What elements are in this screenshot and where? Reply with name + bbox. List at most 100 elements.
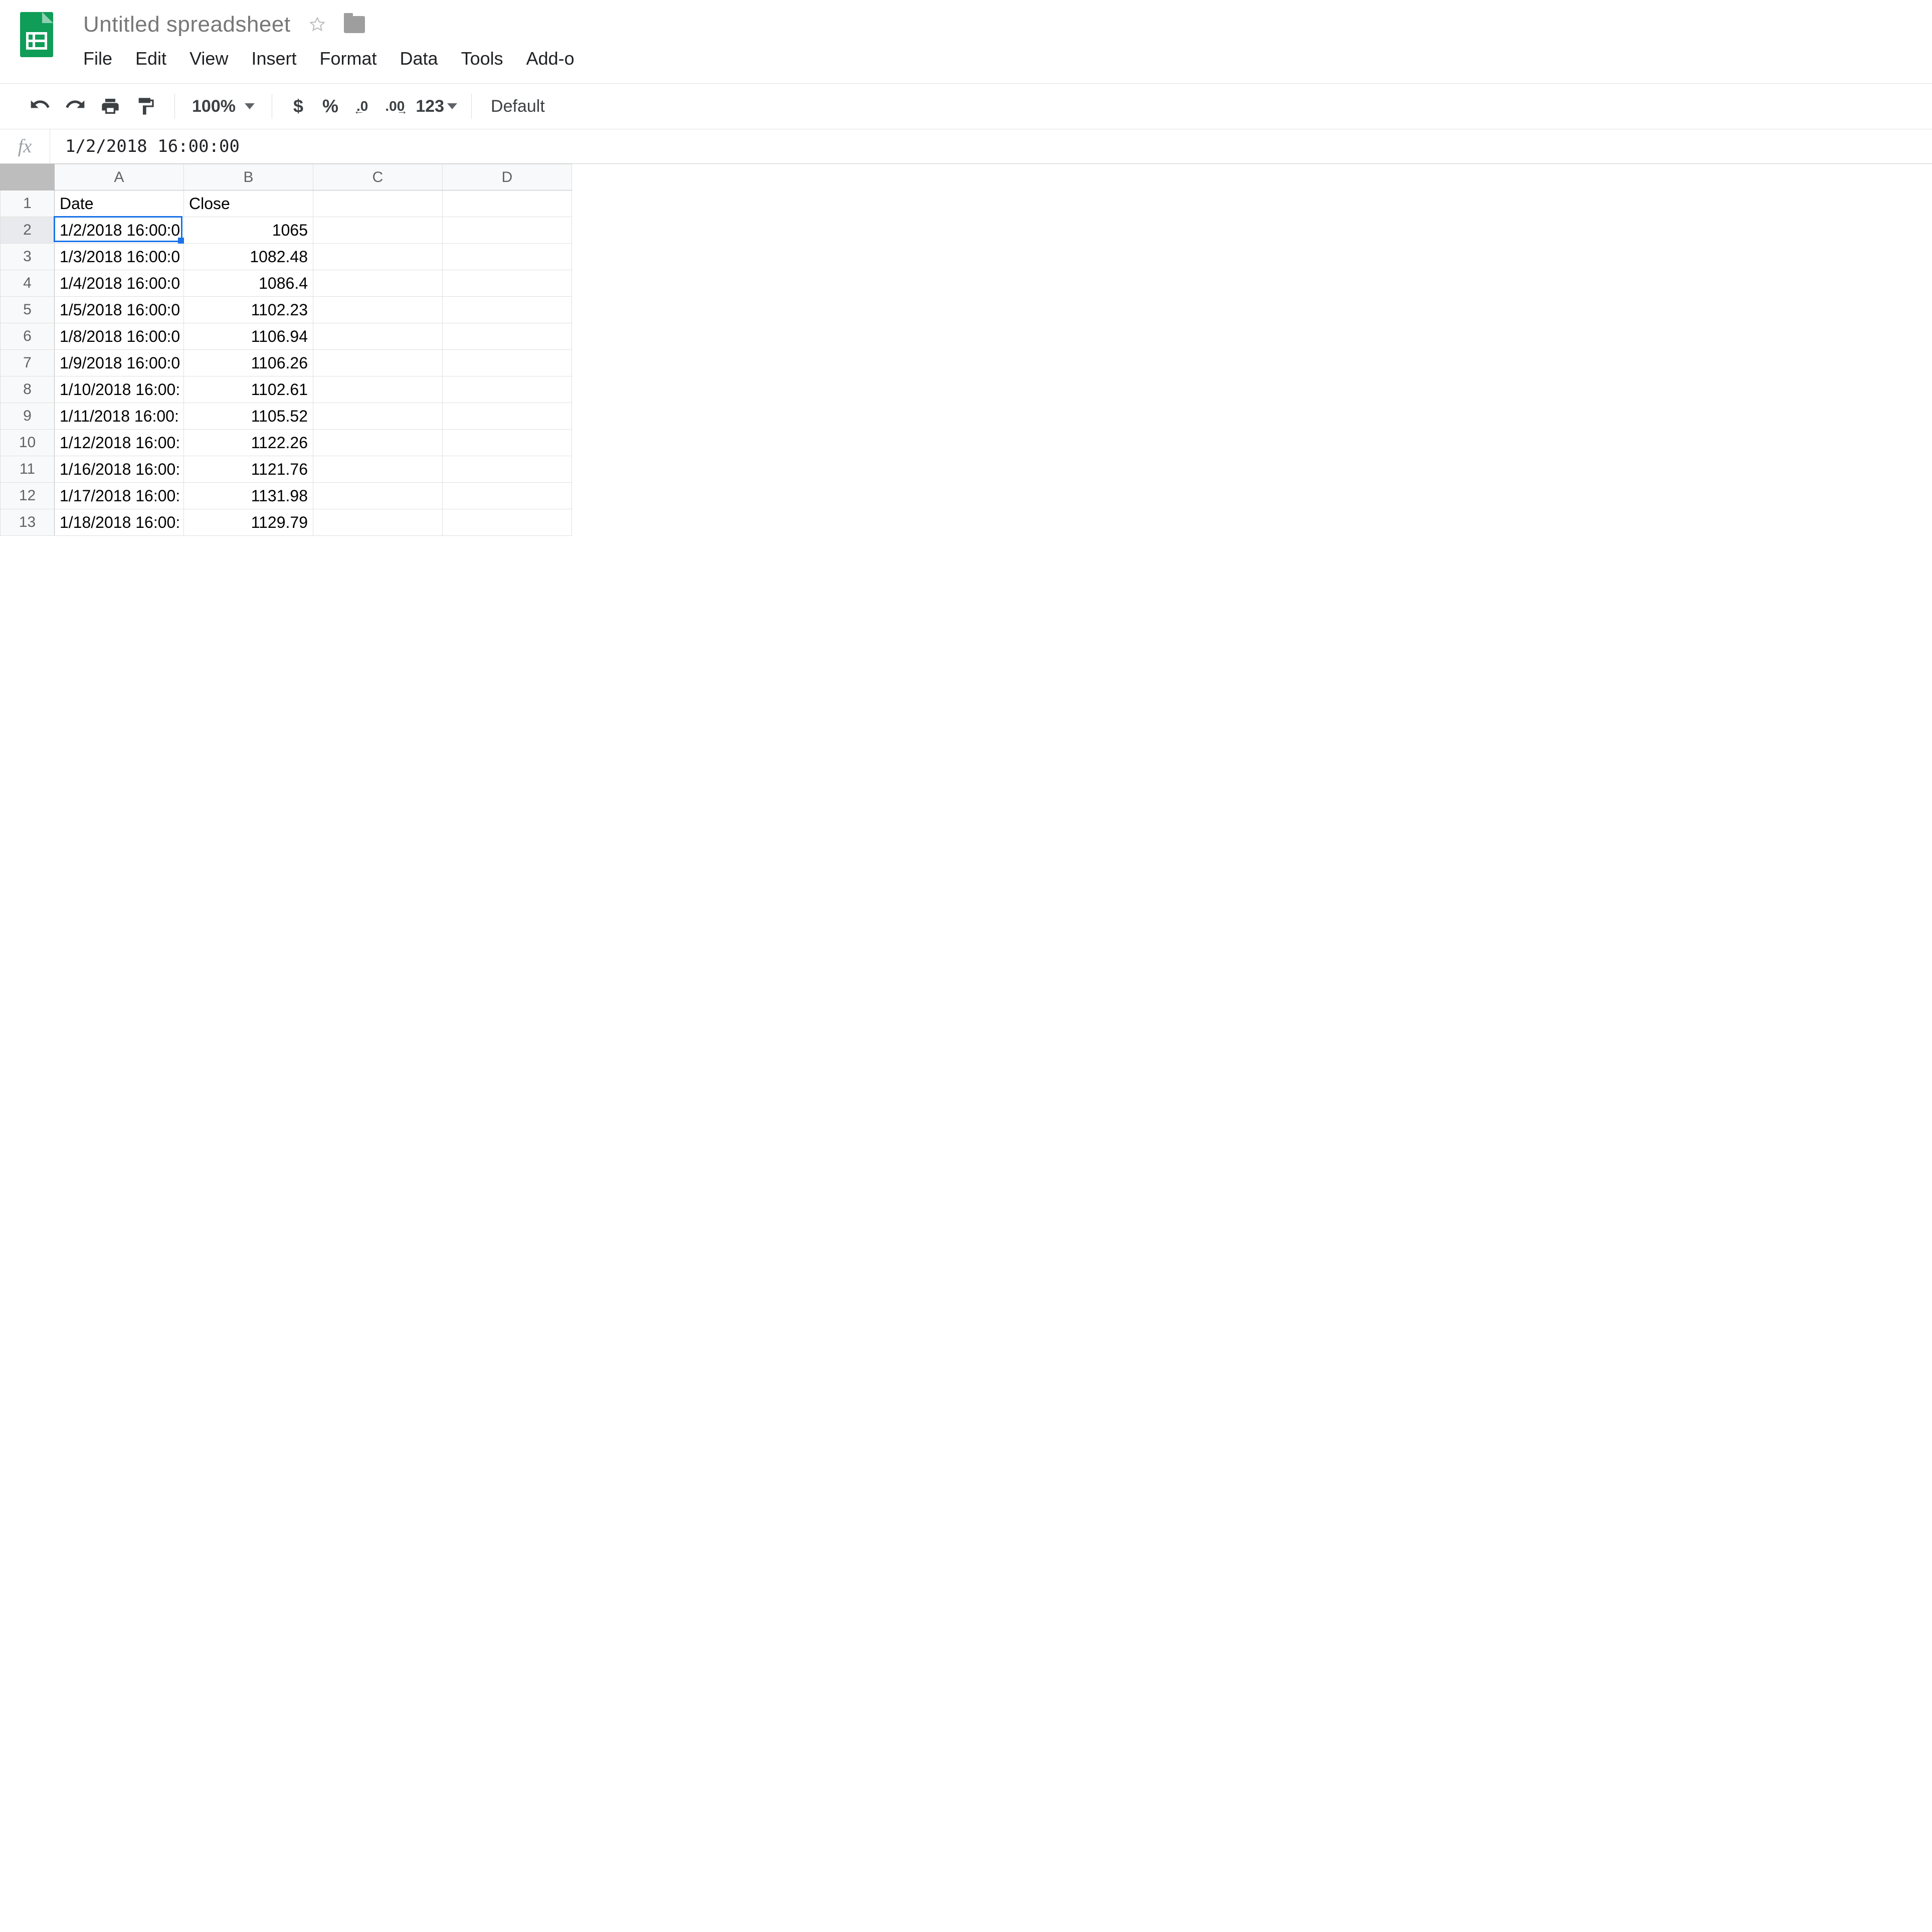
cell-A7[interactable]: 1/9/2018 16:00:0	[55, 350, 184, 376]
format-currency-button[interactable]: $	[286, 96, 310, 117]
paint-format-button[interactable]	[130, 91, 160, 121]
cell-C3[interactable]	[313, 244, 443, 270]
column-header-A[interactable]: A	[55, 164, 184, 190]
column-header-D[interactable]: D	[443, 164, 572, 190]
cell-D8[interactable]	[443, 376, 572, 403]
cell-C10[interactable]	[313, 430, 443, 456]
cell-D3[interactable]	[443, 244, 572, 270]
fx-icon: fx	[0, 129, 50, 163]
cell-A5[interactable]: 1/5/2018 16:00:0	[55, 297, 184, 323]
cell-B8[interactable]: 1102.61	[184, 376, 313, 403]
cell-D6[interactable]	[443, 323, 572, 350]
cell-A1[interactable]: Date	[55, 190, 184, 217]
cell-C2[interactable]	[313, 217, 443, 244]
cell-C4[interactable]	[313, 270, 443, 297]
format-percent-button[interactable]: %	[315, 96, 345, 117]
arrow-left-icon: ←	[353, 104, 364, 117]
cell-D7[interactable]	[443, 350, 572, 376]
separator	[174, 94, 175, 119]
move-folder-icon[interactable]	[344, 16, 365, 33]
zoom-dropdown[interactable]: 100%	[189, 97, 258, 116]
cell-A6[interactable]: 1/8/2018 16:00:0	[55, 323, 184, 350]
decrease-decimal-button[interactable]: .0 ←	[350, 98, 374, 114]
row-header-5[interactable]: 5	[1, 297, 55, 323]
row-header-7[interactable]: 7	[1, 350, 55, 376]
menu-edit[interactable]: Edit	[135, 48, 166, 69]
increase-decimal-button[interactable]: .00 →	[379, 98, 411, 114]
menu-view[interactable]: View	[189, 48, 228, 69]
cell-D4[interactable]	[443, 270, 572, 297]
cell-B7[interactable]: 1106.26	[184, 350, 313, 376]
cell-B9[interactable]: 1105.52	[184, 403, 313, 430]
column-header-B[interactable]: B	[184, 164, 313, 190]
cell-C8[interactable]	[313, 376, 443, 403]
cell-C11[interactable]	[313, 456, 443, 483]
cell-A13[interactable]: 1/18/2018 16:00:	[55, 509, 184, 536]
cell-B4[interactable]: 1086.4	[184, 270, 313, 297]
row-header-9[interactable]: 9	[1, 403, 55, 430]
cell-B6[interactable]: 1106.94	[184, 323, 313, 350]
cell-D13[interactable]	[443, 509, 572, 536]
cell-C9[interactable]	[313, 403, 443, 430]
row-header-10[interactable]: 10	[1, 430, 55, 456]
redo-button[interactable]	[60, 91, 90, 121]
cell-D5[interactable]	[443, 297, 572, 323]
menu-addons[interactable]: Add-o	[526, 48, 574, 69]
cell-B11[interactable]: 1121.76	[184, 456, 313, 483]
menu-insert[interactable]: Insert	[251, 48, 296, 69]
cell-D10[interactable]	[443, 430, 572, 456]
cell-C7[interactable]	[313, 350, 443, 376]
caret-down-icon	[447, 103, 457, 109]
cell-C13[interactable]	[313, 509, 443, 536]
cell-B10[interactable]: 1122.26	[184, 430, 313, 456]
cell-A3[interactable]: 1/3/2018 16:00:0	[55, 244, 184, 270]
row-header-4[interactable]: 4	[1, 270, 55, 297]
cell-A4[interactable]: 1/4/2018 16:00:0	[55, 270, 184, 297]
row-header-11[interactable]: 11	[1, 456, 55, 483]
cell-D12[interactable]	[443, 483, 572, 509]
cell-B2[interactable]: 1065	[184, 217, 313, 244]
row-header-8[interactable]: 8	[1, 376, 55, 403]
font-family-dropdown[interactable]: Default	[486, 97, 550, 116]
cell-A2[interactable]: 1/2/2018 16:00:0	[55, 217, 184, 244]
sheets-logo-icon	[20, 12, 53, 57]
cell-D1[interactable]	[443, 190, 572, 217]
row-header-6[interactable]: 6	[1, 323, 55, 350]
menu-bar: File Edit View Insert Format Data Tools …	[83, 48, 574, 69]
column-header-C[interactable]: C	[313, 164, 443, 190]
menu-data[interactable]: Data	[400, 48, 438, 69]
cell-C1[interactable]	[313, 190, 443, 217]
row-header-13[interactable]: 13	[1, 509, 55, 536]
document-title[interactable]: Untitled spreadsheet	[83, 12, 291, 37]
cell-B3[interactable]: 1082.48	[184, 244, 313, 270]
more-formats-dropdown[interactable]: 123	[416, 97, 457, 116]
menu-tools[interactable]: Tools	[461, 48, 503, 69]
separator	[471, 94, 472, 119]
cell-D9[interactable]	[443, 403, 572, 430]
menu-format[interactable]: Format	[320, 48, 377, 69]
caret-down-icon	[245, 103, 255, 109]
cell-B1[interactable]: Close	[184, 190, 313, 217]
row-header-12[interactable]: 12	[1, 483, 55, 509]
cell-A8[interactable]: 1/10/2018 16:00:	[55, 376, 184, 403]
undo-button[interactable]	[25, 91, 55, 121]
cell-A9[interactable]: 1/11/2018 16:00:	[55, 403, 184, 430]
print-button[interactable]	[95, 91, 125, 121]
cell-D2[interactable]	[443, 217, 572, 244]
cell-A10[interactable]: 1/12/2018 16:00:	[55, 430, 184, 456]
cell-D11[interactable]	[443, 456, 572, 483]
cell-C6[interactable]	[313, 323, 443, 350]
row-header-1[interactable]: 1	[1, 190, 55, 217]
row-header-2[interactable]: 2	[1, 217, 55, 244]
cell-B13[interactable]: 1129.79	[184, 509, 313, 536]
menu-file[interactable]: File	[83, 48, 112, 69]
row-header-3[interactable]: 3	[1, 244, 55, 270]
cell-C5[interactable]	[313, 297, 443, 323]
cell-B5[interactable]: 1102.23	[184, 297, 313, 323]
cell-A12[interactable]: 1/17/2018 16:00:	[55, 483, 184, 509]
cell-C12[interactable]	[313, 483, 443, 509]
cell-A11[interactable]: 1/16/2018 16:00:	[55, 456, 184, 483]
cell-B12[interactable]: 1131.98	[184, 483, 313, 509]
star-icon[interactable]	[309, 16, 326, 33]
formula-input[interactable]	[50, 129, 1932, 163]
